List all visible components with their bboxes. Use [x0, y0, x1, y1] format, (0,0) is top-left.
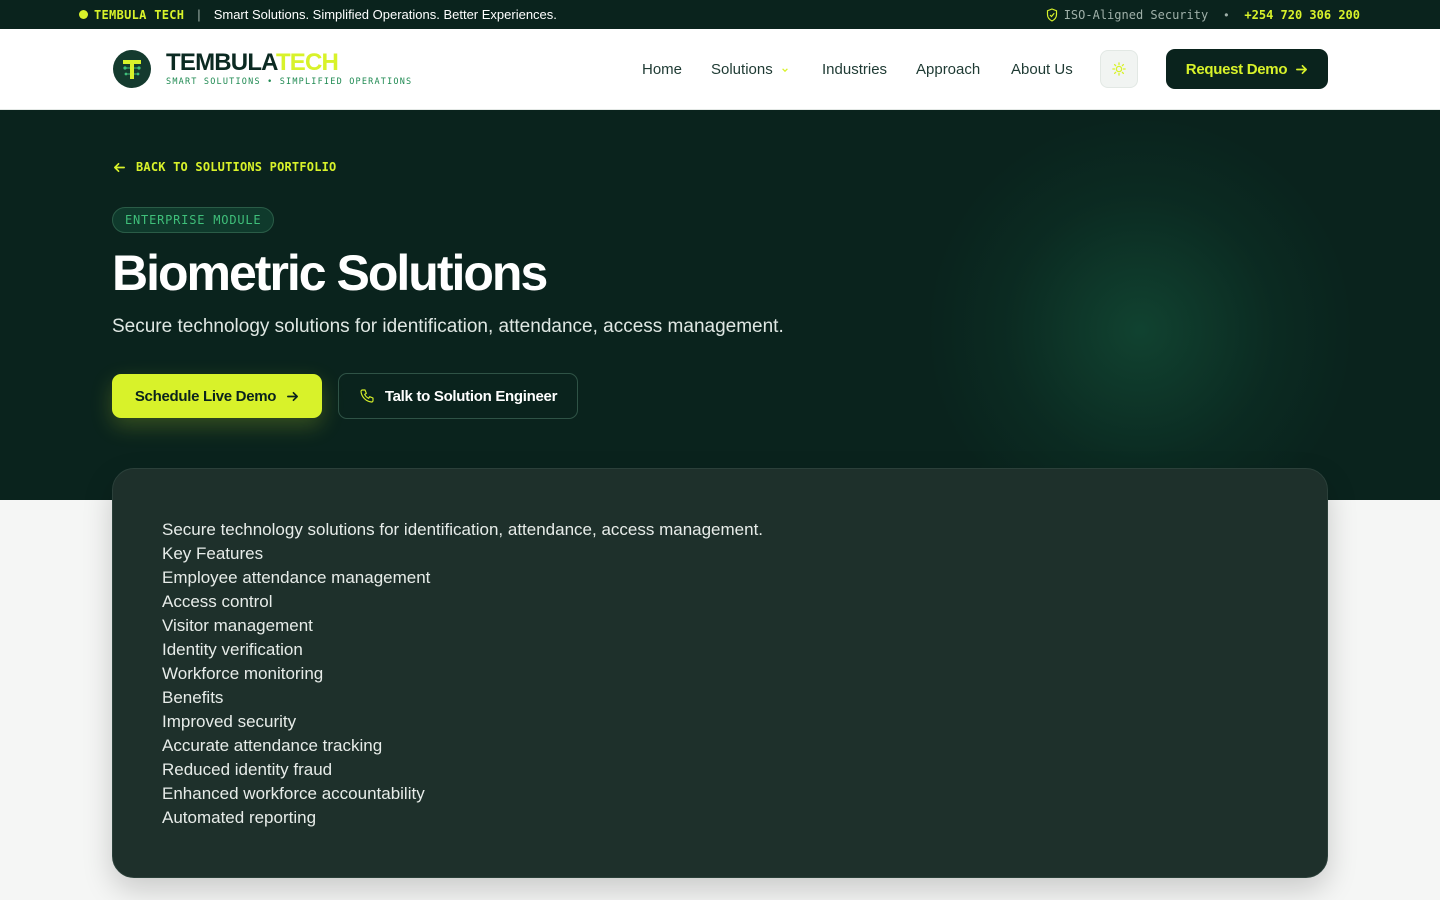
nav-solutions-label: Solutions — [711, 61, 773, 78]
content-line: Workforce monitoring — [162, 664, 324, 683]
top-brand: TEMBULA TECH — [94, 7, 185, 22]
logo-mark-icon[interactable] — [113, 50, 151, 88]
schedule-demo-button[interactable]: Schedule Live Demo — [112, 374, 322, 418]
sun-icon — [1112, 62, 1126, 76]
tree-logo-icon — [123, 60, 141, 79]
request-demo-label: Request Demo — [1185, 60, 1288, 78]
content-line: Improved security — [162, 712, 297, 731]
content-line: Access control — [162, 592, 273, 611]
back-link-label: BACK TO SOLUTIONS PORTFOLIO — [136, 160, 337, 174]
top-phone-link[interactable]: +254 720 306 200 — [1244, 8, 1360, 22]
request-demo-button[interactable]: Request Demo — [1166, 49, 1328, 89]
top-bar-left: TEMBULA TECH | Smart Solutions. Simplifi… — [79, 0, 557, 29]
module-badge: ENTERPRISE MODULE — [112, 207, 275, 233]
logo-word-tech: TECH — [275, 49, 339, 76]
module-badge-label: ENTERPRISE MODULE — [125, 213, 262, 227]
content-line: Visitor management — [162, 616, 313, 635]
site-header: TEMBULATECH SMART SOLUTIONS • SIMPLIFIED… — [0, 29, 1440, 110]
content-line: Benefits — [162, 688, 224, 707]
content-line: Automated reporting — [162, 808, 317, 827]
page-subtitle: Secure technology solutions for identifi… — [112, 316, 784, 337]
content-card: Secure technology solutions for identifi… — [112, 468, 1328, 878]
back-to-portfolio-link[interactable]: BACK TO SOLUTIONS PORTFOLIO — [113, 160, 336, 174]
content-line: Reduced identity fraud — [162, 760, 333, 779]
talk-to-engineer-button[interactable]: Talk to Solution Engineer — [338, 373, 578, 419]
hero-section: BACK TO SOLUTIONS PORTFOLIO ENTERPRISE M… — [0, 110, 1440, 500]
nav-approach[interactable]: Approach — [916, 61, 980, 78]
talk-to-engineer-label: Talk to Solution Engineer — [384, 387, 558, 405]
logo-tagline: SMART SOLUTIONS • SIMPLIFIED OPERATIONS — [166, 77, 413, 87]
content-line: Key Features — [162, 544, 264, 563]
logo[interactable]: TEMBULATECH SMART SOLUTIONS • SIMPLIFIED… — [166, 50, 413, 88]
content-line: Enhanced workforce accountability — [162, 784, 425, 803]
content-line: Secure technology solutions for identifi… — [162, 520, 764, 539]
chevron-down-icon — [781, 68, 788, 73]
top-bullet: • — [1224, 7, 1229, 22]
theme-toggle-button[interactable] — [1100, 50, 1138, 88]
security-label: ISO-Aligned Security — [1063, 7, 1209, 22]
top-tagline: Smart Solutions. Simplified Operations. … — [213, 7, 557, 22]
logo-wordmark: TEMBULATECH — [166, 50, 412, 76]
shield-icon — [1046, 7, 1057, 22]
logo-word-tembula: TEMBULA — [166, 49, 277, 76]
nav-home[interactable]: Home — [642, 61, 682, 78]
top-separator: | — [197, 7, 201, 22]
nav-industries[interactable]: Industries — [822, 61, 887, 78]
arrow-right-icon — [287, 391, 299, 401]
schedule-demo-label: Schedule Live Demo — [134, 387, 277, 405]
hero-glow — [930, 120, 1350, 500]
page-title: Biometric Solutions — [112, 245, 548, 301]
arrow-left-icon — [114, 162, 125, 172]
content-line: Employee attendance management — [162, 568, 431, 587]
content-line: Identity verification — [162, 640, 303, 659]
top-bar-right: ISO-Aligned Security • +254 720 306 200 — [1046, 0, 1360, 29]
phone-icon — [360, 389, 374, 403]
content-line: Accurate attendance tracking — [162, 736, 383, 755]
nav-solutions[interactable]: Solutions — [711, 61, 789, 78]
arrow-right-icon — [1296, 64, 1308, 74]
status-dot — [79, 10, 88, 19]
nav-about[interactable]: About Us — [1011, 61, 1073, 78]
top-bar: TEMBULA TECH | Smart Solutions. Simplifi… — [0, 0, 1440, 29]
